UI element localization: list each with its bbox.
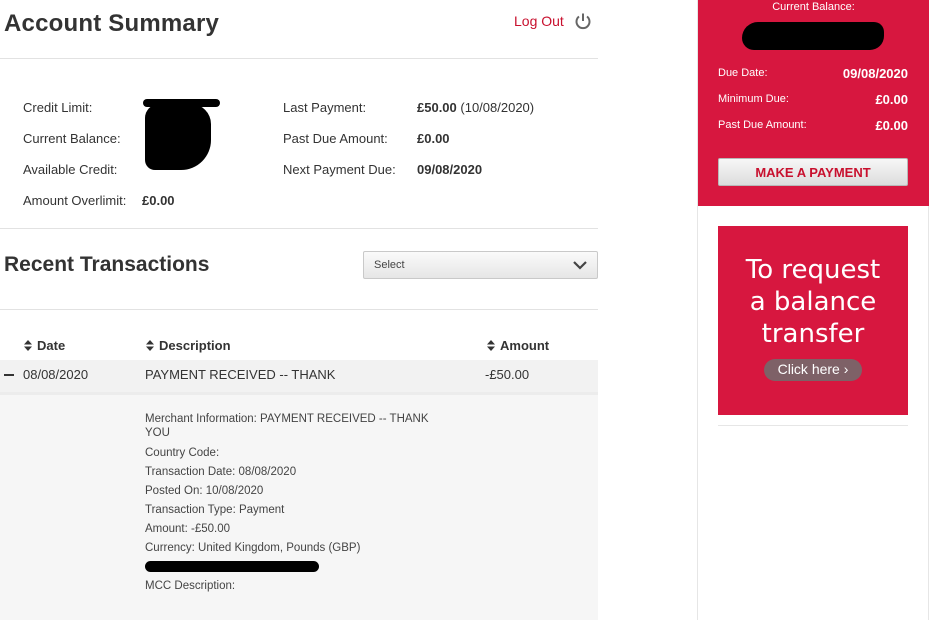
make-payment-button[interactable]: MAKE A PAYMENT <box>718 158 908 186</box>
logout-label: Log Out <box>514 13 564 29</box>
detail-mcc: MCC Description: <box>145 580 236 592</box>
last-payment-value: £50.00 (10/08/2020) <box>417 100 534 115</box>
due-date-label: Due Date: <box>718 67 768 79</box>
past-due-label: Past Due Amount: <box>283 131 388 146</box>
redaction-mark <box>742 22 884 50</box>
balance-transfer-promo[interactable]: To request a balance transfer Click here… <box>718 226 908 415</box>
column-header-amount[interactable]: Amount <box>487 338 549 353</box>
page-title: Account Summary <box>4 10 220 37</box>
redaction-mark <box>145 104 211 170</box>
transaction-amount: -£50.00 <box>485 367 530 382</box>
promo-line: a balance <box>749 287 877 317</box>
main-content: Account Summary Log Out Credit Limit: Cu… <box>0 0 598 620</box>
next-payment-label: Next Payment Due: <box>283 162 396 177</box>
divider <box>0 228 598 229</box>
transaction-date: 08/08/2020 <box>23 367 89 382</box>
detail-country: Country Code: <box>145 447 220 459</box>
amount-overlimit-value: £0.00 <box>142 193 175 208</box>
next-payment-value: 09/08/2020 <box>417 162 483 177</box>
last-payment-label: Last Payment: <box>283 100 367 115</box>
sort-icon <box>146 340 154 351</box>
divider <box>718 425 908 426</box>
column-header-date[interactable]: Date <box>24 338 65 353</box>
collapse-icon[interactable] <box>4 374 14 376</box>
balance-card: Current Balance: Due Date: 09/08/2020 Mi… <box>698 0 929 206</box>
past-due-value: £0.00 <box>417 131 450 146</box>
select-label: Select <box>374 259 405 271</box>
click-here-button[interactable]: Click here › <box>764 359 862 381</box>
divider <box>0 58 598 59</box>
available-credit-label: Available Credit: <box>23 162 118 177</box>
current-balance-label: Current Balance: <box>772 1 855 13</box>
last-payment-amount: £50.00 <box>417 100 457 115</box>
click-here-label: Click here <box>777 361 840 377</box>
current-balance-label: Current Balance: <box>23 131 121 146</box>
minimum-due-label: Minimum Due: <box>718 93 789 105</box>
past-due-value: £0.00 <box>875 118 908 133</box>
promo-line: transfer <box>761 319 865 349</box>
table-row[interactable]: 08/08/2020 PAYMENT RECEIVED -- THANK -£5… <box>0 360 598 392</box>
past-due-label: Past Due Amount: <box>718 119 807 131</box>
detail-transaction-date: Transaction Date: 08/08/2020 <box>145 466 297 478</box>
amount-overlimit-label: Amount Overlimit: <box>23 193 127 208</box>
sort-icon <box>487 340 495 351</box>
chevron-right-icon: › <box>843 361 849 377</box>
logout-link[interactable]: Log Out <box>514 12 592 30</box>
detail-currency: Currency: United Kingdom, Pounds (GBP) <box>145 542 361 554</box>
credit-limit-label: Credit Limit: <box>23 100 93 115</box>
detail-merchant: Merchant Information: PAYMENT RECEIVED -… <box>145 413 429 439</box>
column-header-label: Description <box>159 338 231 353</box>
column-header-description[interactable]: Description <box>146 338 231 353</box>
detail-posted-on: Posted On: 10/08/2020 <box>145 485 264 497</box>
transaction-description: PAYMENT RECEIVED -- THANK <box>145 367 336 382</box>
power-icon <box>575 13 591 30</box>
divider <box>0 309 598 310</box>
sidebar: Current Balance: Due Date: 09/08/2020 Mi… <box>697 0 929 620</box>
chevron-down-icon <box>573 261 587 270</box>
transaction-detail-panel: Merchant Information: PAYMENT RECEIVED -… <box>0 392 598 620</box>
column-header-label: Date <box>37 338 66 353</box>
column-header-label: Amount <box>500 338 550 353</box>
sort-icon <box>24 340 32 351</box>
promo-text: To request a balance transfer <box>718 254 908 350</box>
detail-amount: Amount: -£50.00 <box>145 523 231 535</box>
due-date-value: 09/08/2020 <box>842 66 908 81</box>
last-payment-date: (10/08/2020) <box>460 100 535 115</box>
promo-line: To request <box>745 255 881 285</box>
recent-transactions-title: Recent Transactions <box>4 253 210 276</box>
minimum-due-value: £0.00 <box>875 92 908 107</box>
detail-transaction-type: Transaction Type: Payment <box>145 504 285 516</box>
redaction-mark <box>145 561 319 572</box>
transactions-filter-select[interactable]: Select <box>363 251 598 279</box>
